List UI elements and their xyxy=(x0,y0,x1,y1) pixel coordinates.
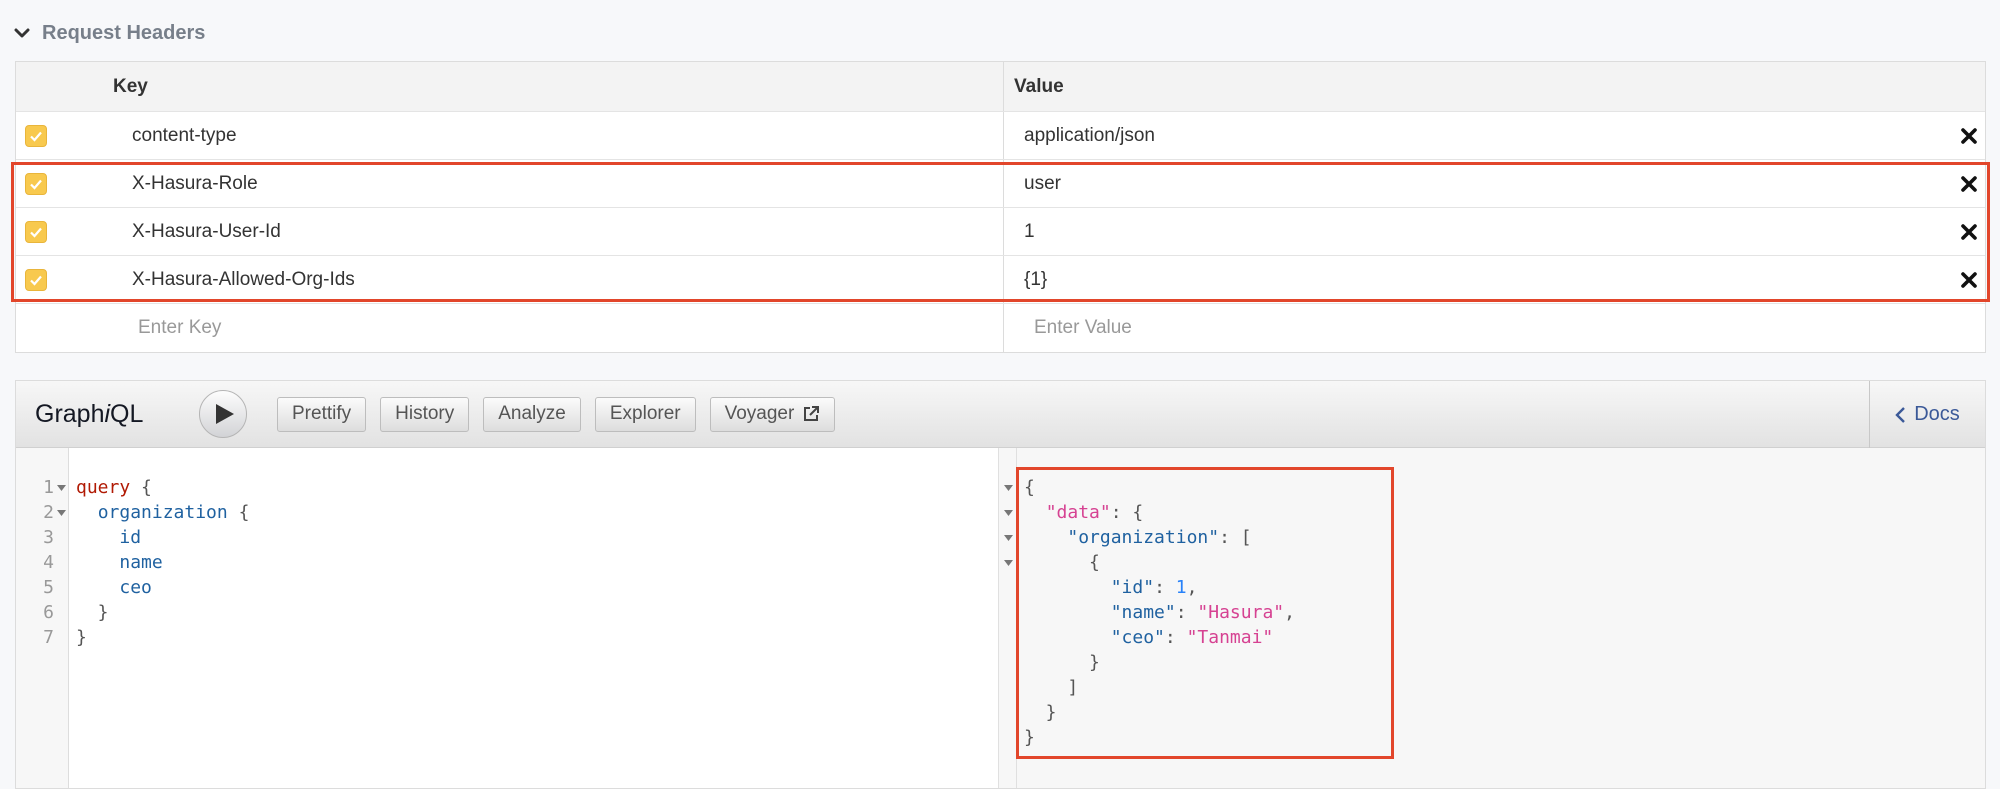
header-row-x-hasura-allowed-org-ids: X-Hasura-Allowed-Org-Ids {1} xyxy=(16,256,1985,304)
header-checkbox[interactable] xyxy=(25,124,47,147)
line-number: 1 xyxy=(43,477,54,498)
header-value[interactable]: 1 xyxy=(1024,221,1035,243)
external-link-icon xyxy=(804,406,820,421)
request-headers-title: Request Headers xyxy=(42,21,206,44)
header-checkbox[interactable] xyxy=(25,220,47,243)
key-column-header: Key xyxy=(16,62,1004,111)
chevron-down-icon xyxy=(14,28,30,38)
header-row-new: Enter Key Enter Value xyxy=(16,304,1985,352)
line-number: 4 xyxy=(43,552,54,573)
line-number: 5 xyxy=(43,577,54,598)
line-number: 3 xyxy=(43,527,54,548)
result-viewer: { "data": { "organization": [ { "id": 1,… xyxy=(999,448,1985,788)
play-icon xyxy=(216,404,234,424)
header-checkbox[interactable] xyxy=(25,268,47,291)
headers-table-header: Key Value xyxy=(16,62,1985,112)
chevron-left-icon xyxy=(1895,406,1906,423)
line-number: 6 xyxy=(43,602,54,623)
analyze-button[interactable]: Analyze xyxy=(483,396,581,432)
checkmark-icon xyxy=(30,179,42,190)
fold-arrow-icon[interactable] xyxy=(57,484,66,491)
checkmark-icon xyxy=(30,275,42,286)
header-row-content-type: content-type application/json xyxy=(16,112,1985,160)
header-key[interactable]: X-Hasura-User-Id xyxy=(117,221,281,243)
fold-arrow-icon[interactable] xyxy=(1003,534,1013,541)
request-headers-table: Key Value content-type application/json … xyxy=(15,61,1986,353)
history-button[interactable]: History xyxy=(380,396,470,432)
checkmark-icon xyxy=(30,227,42,238)
checkmark-icon xyxy=(30,131,42,142)
graphiql-logo: GraphiQL xyxy=(35,399,144,428)
request-headers-toggle[interactable]: Request Headers xyxy=(14,20,205,46)
header-key[interactable]: content-type xyxy=(117,125,237,147)
header-key[interactable]: X-Hasura-Role xyxy=(117,173,258,195)
new-header-key-input[interactable]: Enter Key xyxy=(117,317,221,339)
docs-button[interactable]: Docs xyxy=(1869,381,1985,448)
header-row-x-hasura-user-id: X-Hasura-User-Id 1 xyxy=(16,208,1985,256)
value-column-header: Value xyxy=(1014,75,1064,97)
execute-query-button[interactable] xyxy=(199,390,247,438)
fold-arrow-icon[interactable] xyxy=(57,509,66,516)
fold-arrow-icon[interactable] xyxy=(1003,484,1013,491)
query-editor[interactable]: 1 query { 2 organization { 3 id 4 name 5 … xyxy=(16,448,999,788)
fold-arrow-icon[interactable] xyxy=(1003,559,1013,566)
line-number: 2 xyxy=(43,502,54,523)
line-number: 7 xyxy=(43,627,54,648)
header-value[interactable]: user xyxy=(1024,173,1061,195)
remove-header-icon[interactable] xyxy=(1960,127,1978,145)
header-key[interactable]: X-Hasura-Allowed-Org-Ids xyxy=(117,269,355,291)
remove-header-icon[interactable] xyxy=(1960,271,1978,289)
fold-arrow-icon[interactable] xyxy=(1003,509,1013,516)
new-header-value-input[interactable]: Enter Value xyxy=(1024,317,1132,339)
header-checkbox[interactable] xyxy=(25,172,47,195)
header-value[interactable]: application/json xyxy=(1024,125,1155,147)
remove-header-icon[interactable] xyxy=(1960,223,1978,241)
docs-label: Docs xyxy=(1914,403,1960,425)
remove-header-icon[interactable] xyxy=(1960,175,1978,193)
prettify-button[interactable]: Prettify xyxy=(277,396,367,432)
voyager-label: Voyager xyxy=(724,403,795,424)
graphiql-panel: GraphiQL Prettify History Analyze Explor… xyxy=(15,380,1986,789)
header-value[interactable]: {1} xyxy=(1024,269,1047,291)
graphiql-toolbar: GraphiQL Prettify History Analyze Explor… xyxy=(16,381,1985,448)
voyager-button[interactable]: Voyager xyxy=(709,396,836,432)
header-row-x-hasura-role: X-Hasura-Role user xyxy=(16,160,1985,208)
explorer-button[interactable]: Explorer xyxy=(594,396,696,432)
